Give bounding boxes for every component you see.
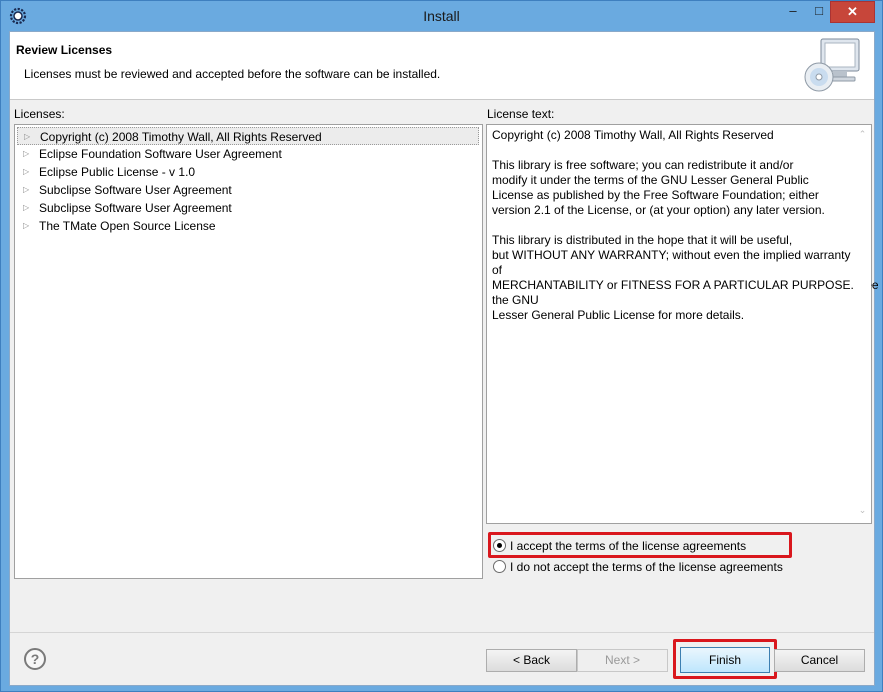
license-text-line: License as published by the Free Softwar… bbox=[492, 188, 819, 202]
install-window: Install – □ ✕ Review Licenses Licenses m… bbox=[0, 0, 883, 692]
license-tree-item[interactable]: ▷ The TMate Open Source License bbox=[17, 217, 479, 235]
license-tree-item-label: Subclipse Software User Agreement bbox=[39, 201, 232, 215]
license-text-area[interactable]: Copyright (c) 2008 Timothy Wall, All Rig… bbox=[486, 124, 879, 524]
wizard-banner: Review Licenses Licenses must be reviewe… bbox=[10, 32, 874, 100]
maximize-button[interactable]: □ bbox=[808, 1, 830, 23]
license-tree-item[interactable]: ▷ Eclipse Public License - v 1.0 bbox=[17, 163, 479, 181]
back-button[interactable]: < Back bbox=[486, 649, 577, 672]
finish-button[interactable]: Finish bbox=[680, 647, 770, 673]
help-icon[interactable]: ? bbox=[24, 648, 46, 670]
license-text-line: MERCHANTABILITY or FITNESS FOR A PARTICU… bbox=[492, 278, 879, 292]
license-text-line: This library is distributed in the hope … bbox=[492, 233, 793, 247]
radio-selected-dot bbox=[497, 543, 502, 548]
license-tree-item[interactable]: ▷ Subclipse Software User Agreement bbox=[17, 181, 479, 199]
computer-cd-icon bbox=[804, 38, 860, 92]
expand-arrow-icon[interactable]: ▷ bbox=[24, 128, 34, 146]
license-tree-item-label: Eclipse Public License - v 1.0 bbox=[39, 165, 196, 179]
expand-arrow-icon[interactable]: ▷ bbox=[23, 163, 33, 181]
title-bar[interactable]: Install – □ ✕ bbox=[1, 1, 882, 31]
license-text-line: Lesser General Public License for more d… bbox=[492, 308, 745, 322]
license-tree-item-label: Copyright (c) 2008 Timothy Wall, All Rig… bbox=[40, 130, 322, 144]
license-text-line: This library is free software; you can r… bbox=[492, 158, 794, 172]
license-tree-item[interactable]: ▷ Copyright (c) 2008 Timothy Wall, All Ri… bbox=[17, 127, 479, 145]
accept-radio[interactable] bbox=[493, 539, 506, 552]
license-tree-item-label: Eclipse Foundation Software User Agreeme… bbox=[39, 147, 282, 161]
licenses-label: Licenses: bbox=[14, 107, 65, 121]
license-text-line: the GNU bbox=[492, 293, 539, 307]
license-text-line: of bbox=[492, 263, 503, 277]
license-text-line: version 2.1 of the License, or (at your … bbox=[492, 203, 825, 217]
license-text-line: Copyright (c) 2008 Timothy Wall, All Rig… bbox=[492, 128, 774, 142]
page-description: Licenses must be reviewed and accepted b… bbox=[24, 67, 441, 81]
button-bar-separator bbox=[10, 632, 874, 633]
license-text-line: modify it under the terms of the GNU Les… bbox=[492, 173, 809, 187]
license-text-label: License text: bbox=[487, 107, 555, 121]
license-text-scrollbar[interactable]: ⌃ ⌄ bbox=[854, 125, 871, 521]
expand-arrow-icon[interactable]: ▷ bbox=[23, 199, 33, 217]
page-title: Review Licenses bbox=[16, 43, 113, 57]
decline-radio[interactable] bbox=[493, 560, 506, 573]
expand-arrow-icon[interactable]: ▷ bbox=[23, 145, 33, 163]
license-tree-item[interactable]: ▷ Subclipse Software User Agreement bbox=[17, 199, 479, 217]
minimize-button[interactable]: – bbox=[778, 1, 808, 23]
licenses-tree[interactable]: ▷ Copyright (c) 2008 Timothy Wall, All Ri… bbox=[14, 124, 483, 579]
window-title: Install bbox=[423, 8, 460, 24]
license-tree-item[interactable]: ▷ Eclipse Foundation Software User Agreem… bbox=[17, 145, 479, 163]
dialog-body: Review Licenses Licenses must be reviewe… bbox=[9, 31, 879, 686]
expand-arrow-icon[interactable]: ▷ bbox=[23, 181, 33, 199]
accept-radio-label[interactable]: I accept the terms of the license agreem… bbox=[510, 539, 746, 553]
expand-arrow-icon[interactable]: ▷ bbox=[23, 217, 33, 235]
next-button[interactable]: Next > bbox=[577, 649, 668, 672]
decline-radio-label[interactable]: I do not accept the terms of the license… bbox=[510, 560, 783, 574]
license-tree-item-label: Subclipse Software User Agreement bbox=[39, 183, 232, 197]
license-tree-item-label: The TMate Open Source License bbox=[39, 219, 216, 233]
cancel-button[interactable]: Cancel bbox=[774, 649, 865, 672]
close-button[interactable]: ✕ bbox=[830, 1, 875, 23]
scroll-down-icon[interactable]: ⌄ bbox=[857, 505, 868, 516]
scroll-up-icon[interactable]: ⌃ bbox=[857, 129, 868, 140]
license-text-line: but WITHOUT ANY WARRANTY; without even t… bbox=[492, 248, 851, 262]
